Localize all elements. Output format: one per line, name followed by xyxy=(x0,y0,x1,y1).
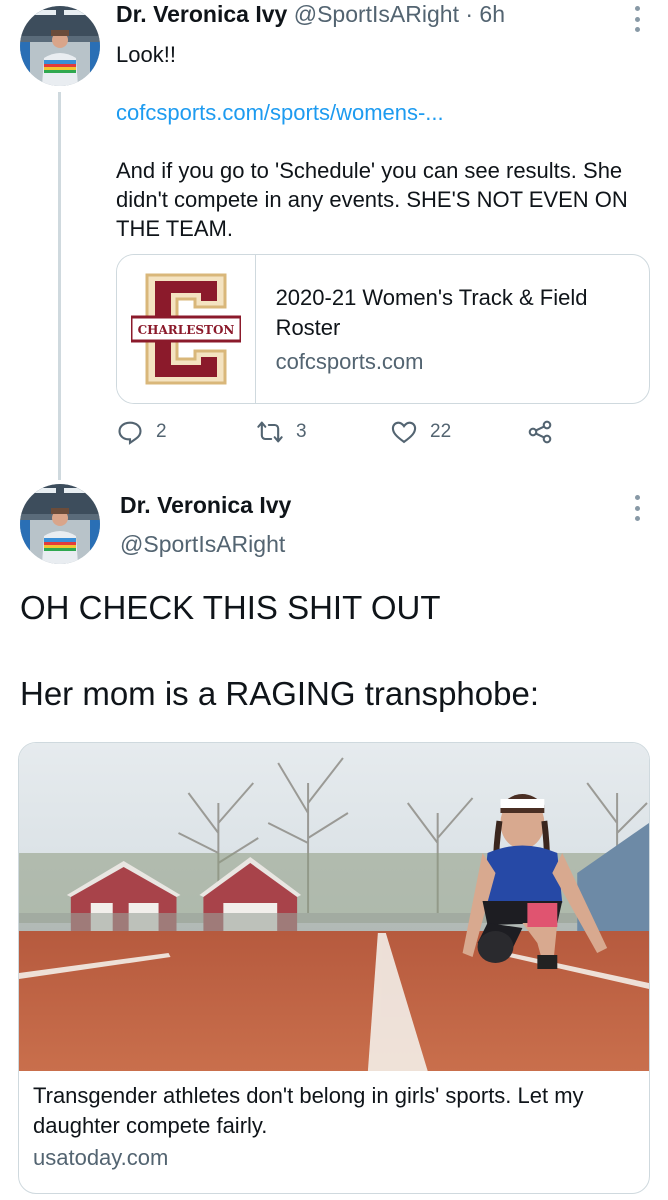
share-button[interactable] xyxy=(526,418,554,446)
link-card-title: 2020-21 Women's Track & Field Roster xyxy=(275,285,588,340)
tweet-actions: 2 3 22 xyxy=(116,418,566,454)
article-photo xyxy=(19,743,649,1071)
separator: · xyxy=(465,1,474,27)
charleston-logo-text: CHARLESTON xyxy=(137,323,234,337)
charleston-logo: CHARLESTON xyxy=(117,255,256,403)
retweet-count: 3 xyxy=(296,421,307,442)
like-icon xyxy=(391,421,417,444)
author-name[interactable]: Dr. Veronica Ivy xyxy=(116,1,287,27)
link-card-domain: usatoday.com xyxy=(33,1145,169,1170)
more-options-icon[interactable] xyxy=(632,495,642,521)
link-card[interactable]: CHARLESTON 2020-21 Women's Track & Field… xyxy=(116,254,650,404)
reply-icon xyxy=(118,421,142,445)
tweet-text-line: OH CHECK THIS SHIT OUT xyxy=(20,589,441,626)
tweet-text-line: Look!! xyxy=(116,42,176,67)
retweet-icon xyxy=(257,421,283,443)
author-name[interactable]: Dr. Veronica Ivy xyxy=(120,492,291,519)
tweet-text: Look!! cofcsports.com/sports/womens-... … xyxy=(116,40,636,243)
avatar[interactable] xyxy=(20,484,100,564)
author-handle[interactable]: @SportIsARight xyxy=(294,1,459,27)
tweet-text-paragraph: And if you go to 'Schedule' you can see … xyxy=(116,158,628,241)
reply-button[interactable]: 2 xyxy=(116,418,167,446)
timestamp[interactable]: 6h xyxy=(479,1,505,27)
more-options-icon[interactable] xyxy=(632,6,642,32)
tweet-text-line: Her mom is a RAGING transphobe: xyxy=(20,675,540,712)
like-button[interactable]: 22 xyxy=(390,418,451,446)
retweet-button[interactable]: 3 xyxy=(256,418,307,446)
reply-count: 2 xyxy=(156,421,167,442)
tweet-link[interactable]: cofcsports.com/sports/womens-... xyxy=(116,98,636,127)
author-handle[interactable]: @SportIsARight xyxy=(120,531,285,558)
tweet-header: Dr. Veronica Ivy @SportIsARight · 6h xyxy=(116,1,505,28)
thread-connector-line xyxy=(58,92,61,480)
avatar[interactable] xyxy=(20,6,100,86)
link-card[interactable]: Transgender athletes don't belong in gir… xyxy=(18,742,650,1194)
share-icon xyxy=(528,420,552,444)
link-card-domain: cofcsports.com xyxy=(275,349,424,374)
link-card-title: Transgender athletes don't belong in gir… xyxy=(33,1083,584,1138)
like-count: 22 xyxy=(430,421,452,442)
